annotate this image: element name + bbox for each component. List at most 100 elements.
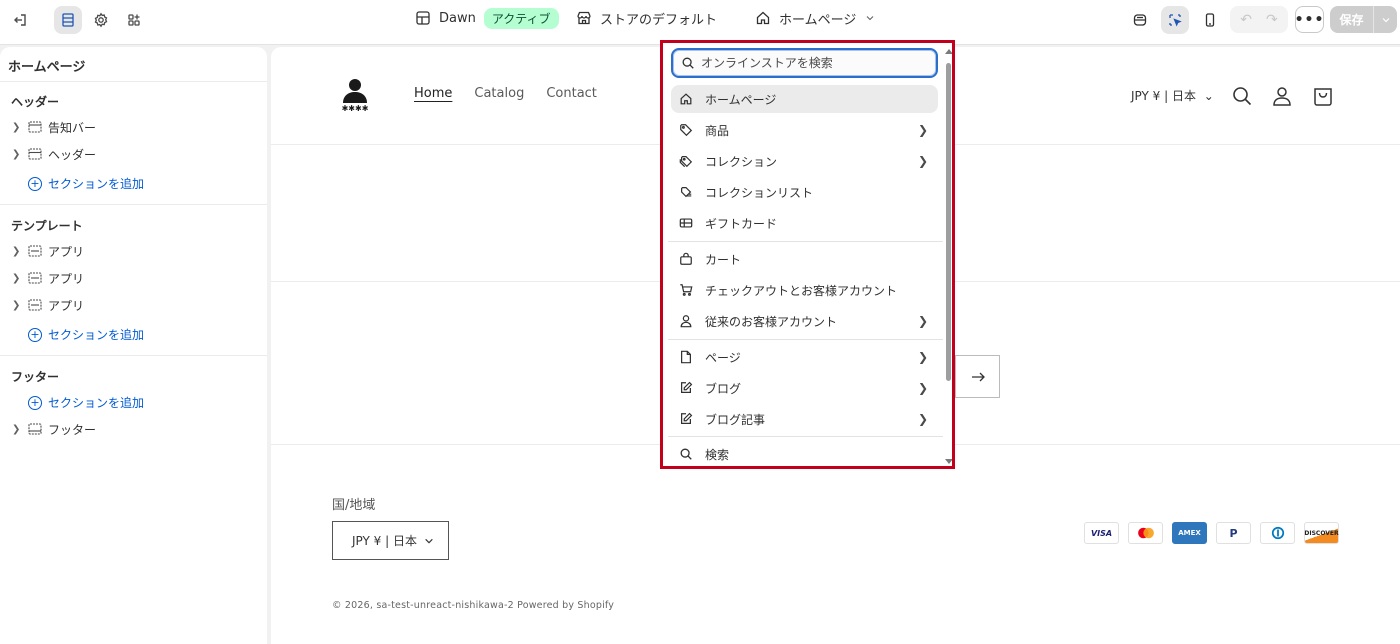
preview-inspector-icon[interactable] xyxy=(1126,6,1154,34)
sidebar-title: ホームページ xyxy=(8,60,86,75)
footer-section-icon xyxy=(28,423,42,435)
copyright-text: © 2026, sa-test-unreact-nishikawa-2 Powe… xyxy=(332,600,615,611)
menu-item-cart[interactable]: カート xyxy=(671,245,938,273)
plus-circle-icon: + xyxy=(28,176,42,191)
dropdown-list: ホームページ 商品 ❯ コレクション ❯ コレクションリスト ギフトカード カー… xyxy=(663,43,952,466)
more-button[interactable]: ••• xyxy=(1295,6,1324,33)
sections-icon[interactable] xyxy=(54,6,82,34)
exit-icon[interactable] xyxy=(6,6,34,34)
cart-icon[interactable] xyxy=(1312,85,1334,107)
menu-item-blog[interactable]: ブログ ❯ xyxy=(671,374,938,402)
cart-icon xyxy=(680,284,693,296)
currency-selector[interactable]: JPY ¥ | 日本 ⌄ xyxy=(1131,87,1214,104)
nav-link-catalog[interactable]: Catalog xyxy=(474,86,524,101)
scrollbar[interactable] xyxy=(944,47,952,466)
sidebar-item-header[interactable]: ❯ ヘッダー xyxy=(12,144,96,164)
menu-item-pages[interactable]: ページ ❯ xyxy=(671,343,938,371)
chevron-down-icon xyxy=(866,16,874,21)
redo-icon[interactable]: ↷ xyxy=(1266,12,1278,28)
search-field[interactable] xyxy=(671,48,938,78)
menu-item-blog-posts[interactable]: ブログ記事 ❯ xyxy=(671,405,938,433)
add-section-label: セクションを追加 xyxy=(48,328,145,342)
menu-item-label: ギフトカード xyxy=(705,216,778,231)
chevron-right-icon[interactable]: ❯ xyxy=(12,149,22,160)
save-options-button[interactable] xyxy=(1373,6,1397,33)
tag-icon xyxy=(680,124,693,137)
sidebar-item-announcement-bar[interactable]: ❯ 告知バー xyxy=(12,117,96,137)
edit-icon xyxy=(681,381,693,393)
sidebar-item-footer[interactable]: ❯ フッター xyxy=(12,419,96,439)
currency-label: JPY ¥ | 日本 xyxy=(1131,89,1196,103)
add-section-label: セクションを追加 xyxy=(48,396,145,410)
chevron-right-icon[interactable]: ❯ xyxy=(12,122,22,133)
person-icon xyxy=(680,315,692,328)
account-icon[interactable] xyxy=(1271,85,1293,107)
discover-label: DISCOVER xyxy=(1304,529,1339,537)
search-icon[interactable] xyxy=(1231,85,1253,107)
collection-list-icon xyxy=(681,187,692,198)
plus-circle-icon: + xyxy=(28,395,42,410)
sidebar-item-app[interactable]: ❯ アプリ xyxy=(12,295,84,315)
settings-icon[interactable] xyxy=(87,6,115,34)
sidebar-item-app[interactable]: ❯ アプリ xyxy=(12,241,84,261)
menu-item-collections[interactable]: コレクション ❯ xyxy=(671,147,938,175)
inspector-cursor-icon[interactable] xyxy=(1161,6,1189,34)
menu-item-gift-card[interactable]: ギフトカード xyxy=(671,209,938,237)
arrow-right-icon xyxy=(971,372,985,381)
paypal-icon: P xyxy=(1216,522,1251,544)
top-bar: Dawn アクティブ ストアのデフォルト ホームページ ↶ ↷ ••• 保存 xyxy=(0,0,1400,45)
nav-link-home[interactable]: Home xyxy=(414,86,452,101)
add-section-button[interactable]: + セクションを追加 xyxy=(28,394,144,411)
apps-icon[interactable] xyxy=(120,6,148,34)
chevron-right-icon[interactable]: ❯ xyxy=(12,300,22,311)
page-selector[interactable]: ホームページ xyxy=(755,0,876,36)
chevron-right-icon[interactable]: ❯ xyxy=(12,246,22,257)
nav-link-contact[interactable]: Contact xyxy=(546,86,597,101)
add-section-button[interactable]: + セクションを追加 xyxy=(28,326,144,343)
sidebar: ホームページ ヘッダー ❯ 告知バー ❯ ヘッダー + セクションを追加 テンプ… xyxy=(0,47,267,644)
group-heading-header: ヘッダー xyxy=(11,95,60,109)
search-icon xyxy=(682,57,694,69)
menu-item-label: 従来のお客様アカウント xyxy=(705,314,838,329)
menu-item-label: ブログ xyxy=(705,381,742,396)
menu-item-label: ホームページ xyxy=(705,92,777,107)
store-icon xyxy=(577,11,591,25)
menu-item-legacy-accounts[interactable]: 従来のお客様アカウント ❯ xyxy=(671,307,938,335)
divider xyxy=(668,241,943,242)
menu-item-products[interactable]: 商品 ❯ xyxy=(671,116,938,144)
menu-item-label: コレクションリスト xyxy=(705,185,814,200)
sidebar-item-label: アプリ xyxy=(48,244,85,259)
store-logo[interactable]: ✱✱✱✱ xyxy=(337,77,373,113)
chevron-right-icon[interactable]: ❯ xyxy=(12,424,22,435)
menu-item-home[interactable]: ホームページ xyxy=(671,85,938,113)
mobile-view-icon[interactable] xyxy=(1196,6,1224,34)
menu-item-checkout[interactable]: チェックアウトとお客様アカウント xyxy=(671,276,938,304)
save-button[interactable]: 保存 xyxy=(1330,6,1373,33)
add-section-button[interactable]: + セクションを追加 xyxy=(28,175,144,192)
region-select[interactable]: JPY ¥ | 日本 xyxy=(332,521,449,560)
undo-redo-group: ↶ ↷ xyxy=(1230,6,1288,33)
sidebar-item-label: アプリ xyxy=(48,298,85,313)
arrow-right-button[interactable] xyxy=(955,355,1000,398)
chevron-down-icon: ⌄ xyxy=(1203,89,1214,103)
svg-text:✱✱✱✱: ✱✱✱✱ xyxy=(342,104,369,113)
sidebar-item-app[interactable]: ❯ アプリ xyxy=(12,268,84,288)
bag-icon xyxy=(680,252,692,265)
chevron-right-icon[interactable]: ❯ xyxy=(12,273,22,284)
menu-item-label: 検索 xyxy=(705,447,730,462)
mastercard-icon xyxy=(1128,522,1163,544)
menu-item-search[interactable]: 検索 xyxy=(671,440,938,466)
home-icon xyxy=(756,11,770,25)
menu-item-label: ブログ記事 xyxy=(705,412,766,427)
chevron-right-icon: ❯ xyxy=(917,314,928,328)
scroll-down-arrow-icon[interactable] xyxy=(945,459,952,464)
scroll-up-arrow-icon[interactable] xyxy=(945,49,952,54)
menu-item-collection-list[interactable]: コレクションリスト xyxy=(671,178,938,206)
app-block-icon xyxy=(28,299,42,311)
menu-item-label: 商品 xyxy=(705,123,730,138)
search-input[interactable] xyxy=(701,56,921,70)
undo-icon[interactable]: ↶ xyxy=(1240,12,1252,28)
store-default-selector[interactable]: ストアのデフォルト xyxy=(576,0,717,36)
scrollbar-thumb[interactable] xyxy=(946,63,951,381)
edit-icon xyxy=(681,412,693,424)
